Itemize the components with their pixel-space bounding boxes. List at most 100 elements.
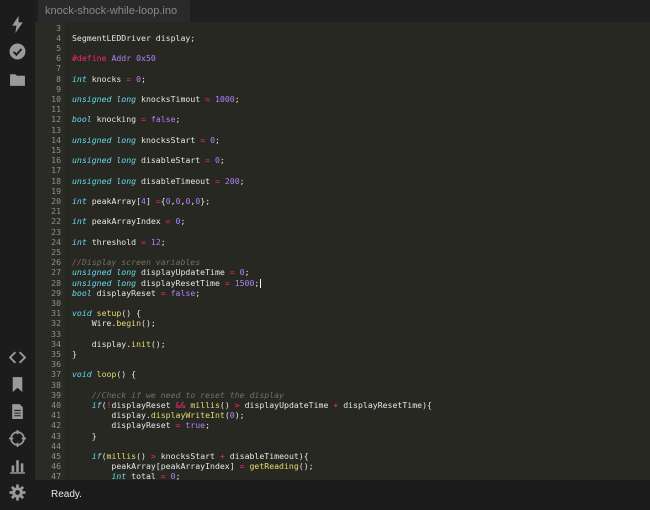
code-line[interactable]: 29 bool displayReset = false; [35,288,650,298]
code-editor[interactable]: 3 4 SegmentLEDDriver display; 5 6 #define Add… [35,22,650,480]
code-text: #define Addr 0x50 [72,53,156,63]
line-number: 13 [51,124,61,135]
code-line[interactable]: 31 void setup() { [35,308,650,318]
code-line[interactable]: 42 displayReset = true; [35,420,650,430]
code-line[interactable]: 12 bool knocking = false; [35,114,650,124]
code-line[interactable]: 8 int knocks = 0; [35,74,650,84]
code-text: } [72,431,97,441]
code-token: false [170,287,196,298]
code-token: int [72,216,87,227]
code-line[interactable]: 40 if(!displayReset && millis() > displa… [35,400,650,410]
line-number: 30 [51,297,61,308]
code-line[interactable]: 22 int peakArrayIndex = 0; [35,216,650,226]
code-line[interactable]: 27 unsigned long displayUpdateTime = 0; [35,267,650,277]
code-line[interactable]: 7 [35,63,650,73]
code-line[interactable]: 46 peakArray[peakArrayIndex] = getReadin… [35,461,650,471]
code-token: (); [298,461,314,472]
code-line[interactable]: 32 Wire.begin(); [35,318,650,328]
code-line[interactable]: 13 [35,125,650,135]
code-token: int [72,73,87,84]
crosshair-icon[interactable] [9,430,26,447]
code-text: display.init(); [72,339,166,349]
code-line[interactable]: 37 void loop() { [35,369,650,379]
code-token: } [72,348,77,359]
code-line[interactable]: 44 [35,441,650,451]
code-token: ; [219,155,225,166]
line-number: 46 [51,461,61,472]
code-line[interactable]: 18 unsigned long disableTimeout = 200; [35,176,650,186]
code-line[interactable]: 30 [35,298,650,308]
line-number: 33 [51,328,61,339]
code-line[interactable]: 5 [35,43,650,53]
code-text: unsigned long knocksStart = 0; [72,135,220,145]
code-token: #define [72,53,107,64]
code-line[interactable]: 9 [35,84,650,94]
code-text: int peakArrayIndex = 0; [72,216,185,226]
code-line[interactable]: 10 unsigned long knocksTimout = 1000; [35,94,650,104]
code-line[interactable]: 43 } [35,431,650,441]
line-number: 3 [56,22,61,33]
code-line[interactable]: 23 [35,227,650,237]
code-line[interactable]: 34 display.init(); [35,339,650,349]
code-line[interactable]: 6 #define Addr 0x50 [35,53,650,63]
code-text: if(!displayReset && millis() > displayUp… [72,400,432,410]
code-line[interactable]: 38 [35,380,650,390]
code-line[interactable]: 21 [35,206,650,216]
code-token: begin [116,318,142,329]
code-line[interactable]: 33 [35,329,650,339]
code-line[interactable]: 14 unsigned long knocksStart = 0; [35,135,650,145]
code-token: ; [180,216,186,227]
code-line[interactable]: 24 int threshold = 12; [35,237,650,247]
code-line[interactable]: 17 [35,165,650,175]
line-number: 32 [51,318,61,329]
folder-icon[interactable] [9,71,26,88]
chart-icon[interactable] [9,457,26,474]
line-number: 25 [51,246,61,257]
code-token: unsigned long [72,267,137,278]
line-number: 10 [51,93,61,104]
code-text: unsigned long displayUpdateTime = 0; [72,267,250,277]
code-text: //Display screen variables [72,257,200,267]
code-line[interactable]: 4 SegmentLEDDriver display; [35,33,650,43]
code-line[interactable]: 47 int total = 0; [35,471,650,480]
code-line[interactable]: 19 [35,186,650,196]
code-text: Wire.begin(); [72,318,156,328]
gear-icon[interactable] [9,484,26,501]
code-token: (); [150,338,166,349]
code-token: disableStart [136,155,206,166]
code-line[interactable]: 20 int peakArray[4] ={0,0,0,0}; [35,196,650,206]
code-token: 12 [150,236,161,247]
code-line[interactable]: 39 //Check if we need to reset the displ… [35,390,650,400]
code-token: knocksStart [155,450,220,461]
code-line[interactable]: 35} [35,349,650,359]
code-token: Wire. [72,318,117,329]
line-number: 19 [51,185,61,196]
check-circle-icon[interactable] [9,43,26,60]
code-line[interactable]: 25 [35,247,650,257]
code-token: ; [205,420,211,431]
document-icon[interactable] [9,403,26,420]
code-line[interactable]: 16 unsigned long disableStart = 0; [35,155,650,165]
line-number: 24 [51,236,61,247]
bookmark-icon[interactable] [9,376,26,393]
code-line[interactable]: 26 //Display screen variables [35,257,650,267]
code-text: int total = 0; [72,471,180,480]
code-text: } [72,349,77,359]
lightning-icon[interactable] [9,16,26,33]
code-token: unsigned long [72,93,137,104]
code-token: int [111,471,127,480]
code-line[interactable]: 45 if(millis() > knocksStart + disableTi… [35,451,650,461]
code-icon[interactable] [9,349,26,366]
code-token: threshold [86,236,142,247]
line-number: 35 [51,348,61,359]
code-token: disableTimeout [136,175,215,186]
code-token: () { [121,308,142,319]
code-line[interactable]: 41 display.displayWriteInt(0); [35,410,650,420]
code-line[interactable]: 36 [35,359,650,369]
code-line[interactable]: 28 unsigned long displayResetTime = 1500; [35,278,650,288]
code-line[interactable]: 3 [35,23,650,33]
file-tab[interactable]: knock-shock-while-loop.ino [38,0,190,22]
code-line[interactable]: 15 [35,145,650,155]
code-line[interactable]: 11 [35,104,650,114]
